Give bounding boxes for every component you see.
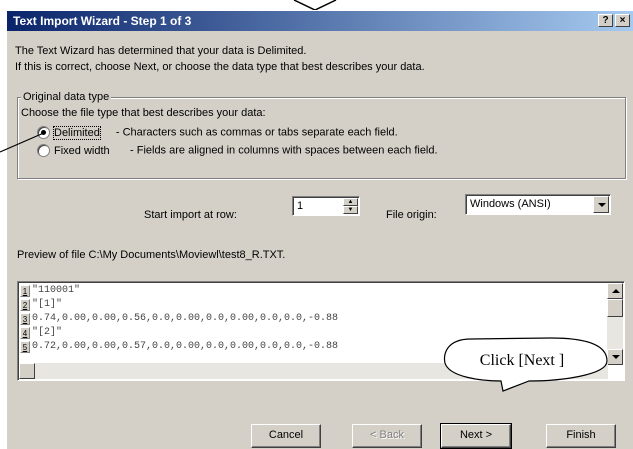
close-button[interactable]: ×	[615, 14, 630, 27]
radio-desc-fixed-width: - Fields are aligned in columns with spa…	[130, 144, 438, 157]
preview-row: 4 "[2]"	[20, 326, 62, 340]
start-row-value[interactable]: 1	[297, 200, 303, 212]
radio-label-delimited[interactable]: Delimited	[53, 125, 101, 140]
row-number: 3	[20, 313, 30, 325]
file-type-prompt: Choose the file type that best describes…	[21, 107, 266, 119]
file-origin-select[interactable]: Windows (ANSI)	[465, 194, 611, 215]
row-number: 2	[20, 299, 30, 311]
row-number: 4	[20, 327, 30, 339]
finish-button[interactable]: Finish	[546, 424, 616, 448]
start-row-spinner[interactable]: 1 ▲ ▼	[292, 196, 360, 216]
preview-row: 3 0.74,0.00,0.00,0.56,0.0,0.00,0.0,0.00,0…	[20, 312, 338, 326]
scroll-thumb[interactable]	[607, 299, 623, 317]
preview-row: 2 "[1]"	[20, 298, 62, 312]
start-row-label: Start import at row:	[144, 209, 237, 221]
dialog-title: Text Import Wizard - Step 1 of 3	[13, 14, 192, 28]
title-bar[interactable]: Text Import Wizard - Step 1 of 3 ? ×	[7, 11, 633, 31]
intro-line-2: If this is correct, choose Next, or choo…	[15, 61, 425, 73]
cancel-button[interactable]: Cancel	[251, 424, 321, 448]
radio-fixed-width[interactable]: Fixed width - Fields are aligned in colum…	[37, 144, 438, 157]
next-button[interactable]: Next >	[440, 423, 512, 449]
help-button[interactable]: ?	[598, 14, 613, 27]
row-text: "110001"	[32, 285, 81, 296]
file-origin-value[interactable]: Windows (ANSI)	[470, 198, 551, 210]
radio-label-fixed-width[interactable]: Fixed width	[54, 145, 130, 157]
row-number: 1	[20, 285, 30, 297]
row-text: "[2]"	[32, 327, 63, 338]
pointer-line	[0, 131, 47, 153]
row-text: 0.74,0.00,0.00,0.56,0.0,0.00,0.0,0.00,0.…	[32, 313, 339, 324]
preview-row: 1 "110001"	[20, 284, 80, 298]
preview-row: 5 0.72,0.00,0.00,0.57,0.0,0.00,0.0,0.00,0…	[20, 340, 338, 354]
scroll-up-icon[interactable]	[607, 283, 623, 299]
radio-delimited[interactable]: Delimited - Characters such as commas or …	[37, 125, 398, 140]
row-text: "[1]"	[32, 299, 63, 310]
file-origin-label: File origin:	[386, 209, 437, 221]
callout-text: Click [Next ]	[479, 352, 565, 369]
scroll-left-icon[interactable]	[19, 363, 35, 379]
spin-up-icon[interactable]: ▲	[343, 198, 358, 206]
spin-down-icon[interactable]: ▼	[343, 206, 358, 214]
chevron-down-icon[interactable]	[593, 196, 609, 213]
back-button[interactable]: < Back	[352, 424, 422, 448]
radio-desc-delimited: - Characters such as commas or tabs sepa…	[115, 126, 398, 139]
group-title: Original data type	[21, 91, 112, 103]
row-number: 5	[20, 341, 30, 353]
intro-line-1: The Text Wizard has determined that your…	[15, 45, 307, 57]
row-text: 0.72,0.00,0.00,0.57,0.0,0.00,0.0,0.00,0.…	[32, 341, 339, 352]
preview-label: Preview of file C:\My Documents\Moviewl\…	[17, 249, 286, 261]
